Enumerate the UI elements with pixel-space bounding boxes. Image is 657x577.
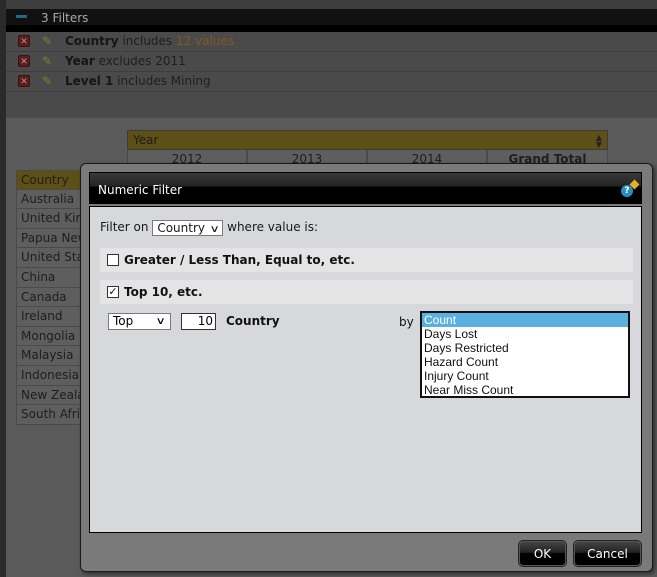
by-label: by bbox=[399, 315, 414, 329]
measure-option[interactable]: Days Restricted bbox=[422, 341, 628, 355]
filter-operator: excludes bbox=[98, 54, 152, 68]
ok-button[interactable]: OK bbox=[519, 541, 566, 566]
edit-filter-icon[interactable]: ✎ bbox=[42, 52, 52, 71]
dialog-title: Numeric Filter bbox=[98, 183, 183, 197]
measure-option[interactable]: Injury Count bbox=[422, 369, 628, 383]
sort-icon[interactable]: ▲ ▼ bbox=[596, 134, 602, 149]
remove-filter-icon[interactable]: ✕ bbox=[18, 75, 30, 87]
filter-operator: includes bbox=[117, 74, 167, 88]
edit-filter-icon[interactable]: ✎ bbox=[42, 32, 52, 51]
pivot-column-field[interactable]: Year ▲ ▼ bbox=[127, 130, 608, 150]
measure-option[interactable]: Near Miss Count bbox=[422, 383, 628, 397]
filter-operator: includes bbox=[122, 34, 173, 48]
option-top-row[interactable]: ✓ Top 10, etc. bbox=[100, 280, 633, 304]
measure-listbox[interactable]: Count Days Lost Days Restricted Hazard C… bbox=[420, 311, 630, 398]
measure-option[interactable]: Days Lost bbox=[422, 327, 628, 341]
collapse-icon[interactable] bbox=[16, 15, 27, 18]
filters-panel: 3 Filters ✕ ✎ Country includes 12 values… bbox=[6, 0, 657, 118]
filter-value: Mining bbox=[170, 74, 211, 88]
filter-on-select[interactable]: Country ∨ bbox=[152, 219, 224, 236]
measure-option[interactable]: Hazard Count bbox=[422, 355, 628, 369]
filters-count: 3 Filters bbox=[41, 11, 89, 25]
cancel-button[interactable]: Cancel bbox=[574, 541, 641, 566]
measure-option[interactable]: Count bbox=[422, 313, 628, 327]
chevron-down-icon: ∨ bbox=[209, 223, 220, 235]
top-checkbox[interactable]: ✓ bbox=[107, 286, 119, 298]
option-compare-row[interactable]: Greater / Less Than, Equal to, etc. bbox=[100, 248, 633, 272]
top-count-input[interactable]: 10 bbox=[181, 313, 216, 330]
filters-header[interactable]: 3 Filters bbox=[6, 9, 657, 25]
filter-field: Year bbox=[65, 54, 95, 68]
filter-item: ✕ ✎ Country includes 12 values bbox=[6, 32, 657, 52]
compare-checkbox[interactable] bbox=[107, 254, 119, 266]
filter-value: 2011 bbox=[155, 54, 186, 68]
numeric-filter-dialog: Numeric Filter ? Filter on Country ∨ wher… bbox=[80, 163, 653, 572]
chevron-down-icon: ∨ bbox=[155, 316, 166, 327]
filter-value[interactable]: 12 values bbox=[176, 34, 234, 48]
remove-filter-icon[interactable]: ✕ bbox=[18, 35, 30, 47]
top-field-label: Country bbox=[226, 314, 280, 328]
filter-field: Level 1 bbox=[65, 74, 114, 88]
dialog-body: Filter on Country ∨ where value is: Great… bbox=[89, 206, 642, 533]
top-bottom-select[interactable]: Top ∨ bbox=[108, 313, 171, 330]
edit-filter-icon[interactable]: ✎ bbox=[42, 72, 52, 91]
remove-filter-icon[interactable]: ✕ bbox=[18, 55, 30, 67]
filter-on-row: Filter on Country ∨ where value is: bbox=[100, 219, 319, 236]
dialog-title-bar[interactable]: Numeric Filter ? bbox=[89, 172, 642, 204]
filter-item: ✕ ✎ Level 1 includes Mining bbox=[6, 72, 657, 92]
help-icon[interactable]: ? bbox=[621, 185, 633, 197]
filter-item: ✕ ✎ Year excludes 2011 bbox=[6, 52, 657, 72]
filter-field: Country bbox=[65, 34, 119, 48]
